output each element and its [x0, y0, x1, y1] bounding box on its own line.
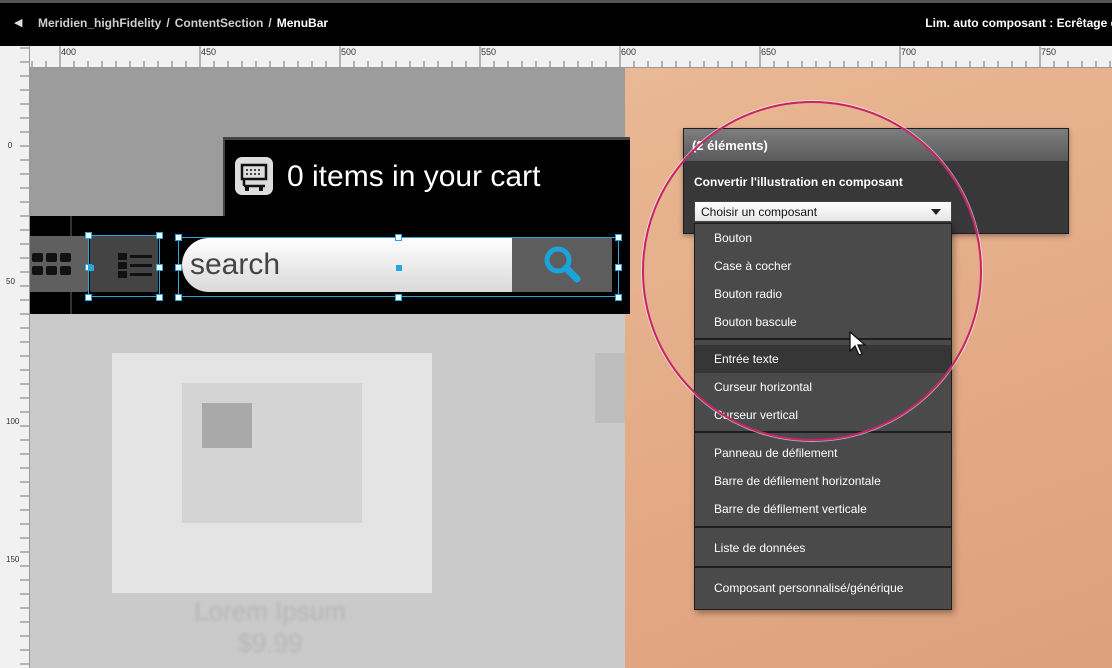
breadcrumb-bar: ◀ Meridien_highFidelity / ContentSection / M… [0, 0, 1112, 46]
ruler-label: 600 [621, 47, 637, 57]
menu-item-bouton-bascule[interactable]: Bouton bascule [695, 308, 951, 336]
cart-icon [235, 157, 273, 195]
component-select-value: Choisir un composant [701, 205, 818, 219]
menu-item-bouton-radio[interactable]: Bouton radio [695, 280, 951, 308]
ruler-label: 500 [341, 47, 357, 57]
ruler-label: 450 [201, 47, 217, 57]
selection-handle[interactable] [85, 232, 92, 239]
product-image-placeholder [182, 383, 362, 523]
selection-handle[interactable] [156, 294, 163, 301]
breadcrumb-separator: / [268, 16, 272, 30]
mouse-cursor-icon [849, 331, 867, 356]
product-price: $9.99 [237, 628, 303, 658]
selection-handle[interactable] [156, 264, 163, 271]
grid-view-icon [32, 253, 72, 277]
breadcrumb-item-current: MenuBar [276, 16, 329, 30]
selection-handle[interactable] [395, 294, 402, 301]
menu-separator [695, 431, 951, 433]
menu-item-curseur-horizontal[interactable]: Curseur horizontal [695, 373, 951, 401]
breadcrumb-item-project[interactable]: Meridien_highFidelity [38, 16, 161, 30]
selection-handle[interactable] [175, 294, 182, 301]
component-select[interactable]: Choisir un composant [694, 201, 952, 222]
menu-item-panneau-defilement[interactable]: Panneau de défilement [695, 439, 951, 467]
back-arrow-icon[interactable]: ◀ [14, 16, 22, 29]
selection-handle[interactable] [175, 264, 182, 271]
selection-handle[interactable] [615, 234, 622, 241]
menu-item-case-a-cocher[interactable]: Case à cocher [695, 252, 951, 280]
breadcrumb: Meridien_highFidelity / ContentSection / Men… [38, 16, 328, 30]
image-icon [202, 403, 252, 448]
ruler-label: 700 [901, 47, 917, 57]
ruler-label: 50 [6, 277, 15, 286]
cart-count-text: 0 items in your cart [287, 160, 541, 193]
product-card-text: Lorem Ipsum $9.99 [120, 595, 420, 659]
menu-item-liste-de-donnees[interactable]: Liste de données [695, 534, 951, 562]
component-dropdown-menu: Bouton Case à cocher Bouton radio Bouton… [694, 223, 952, 610]
design-canvas[interactable]: Lorem Ipsum $9.99 0 items in your cart s… [30, 68, 1112, 668]
vertical-ruler-ticks [20, 47, 29, 665]
menu-separator [695, 566, 951, 568]
panel-header: (2 éléments) [684, 129, 1068, 161]
convert-artwork-label: Convertir l'illustration en composant [694, 175, 903, 189]
selection-handle[interactable] [156, 232, 163, 239]
ruler-label: 650 [761, 47, 777, 57]
side-card-edge [595, 353, 625, 423]
ruler-label: 550 [481, 47, 497, 57]
menu-item-barre-defilement-horizontale[interactable]: Barre de défilement horizontale [695, 467, 951, 495]
horizontal-ruler: 400 450 500 550 600 650 700 750 [30, 46, 1112, 68]
menu-item-curseur-vertical[interactable]: Curseur vertical [695, 401, 951, 429]
selection-handle[interactable] [85, 294, 92, 301]
selection-box-list-button [88, 235, 160, 297]
breadcrumb-separator: / [166, 16, 170, 30]
menu-item-entree-texte[interactable]: Entrée texte [695, 345, 951, 373]
menu-separator [695, 526, 951, 528]
breadcrumb-item-section[interactable]: ContentSection [175, 16, 264, 30]
cart-bar[interactable]: 0 items in your cart [223, 137, 630, 216]
product-card [112, 353, 432, 593]
menu-separator [695, 338, 951, 340]
ruler-label: 750 [1041, 47, 1057, 57]
clipping-toggle[interactable]: Lim. auto composant : Ecrêtage désa [925, 16, 1112, 30]
ruler-label: 100 [6, 417, 20, 426]
selection-handle[interactable] [615, 264, 622, 271]
menu-item-composant-personnalise[interactable]: Composant personnalisé/générique [695, 574, 951, 602]
selection-handle[interactable] [395, 234, 402, 241]
grid-view-button[interactable] [30, 236, 88, 292]
menu-item-barre-defilement-verticale[interactable]: Barre de défilement verticale [695, 495, 951, 523]
chevron-down-icon [931, 209, 941, 215]
selection-center [396, 265, 402, 271]
ruler-label: 0 [7, 141, 13, 150]
ruler-label: 150 [6, 555, 20, 564]
ruler-label: 400 [61, 47, 77, 57]
horizontal-ruler-ticks [31, 46, 1111, 67]
selection-center [88, 265, 94, 271]
selection-handle[interactable] [175, 234, 182, 241]
product-title: Lorem Ipsum [194, 596, 346, 626]
menu-item-bouton[interactable]: Bouton [695, 224, 951, 252]
vertical-ruler: 0 50 100 150 [0, 46, 30, 668]
selection-handle[interactable] [615, 294, 622, 301]
